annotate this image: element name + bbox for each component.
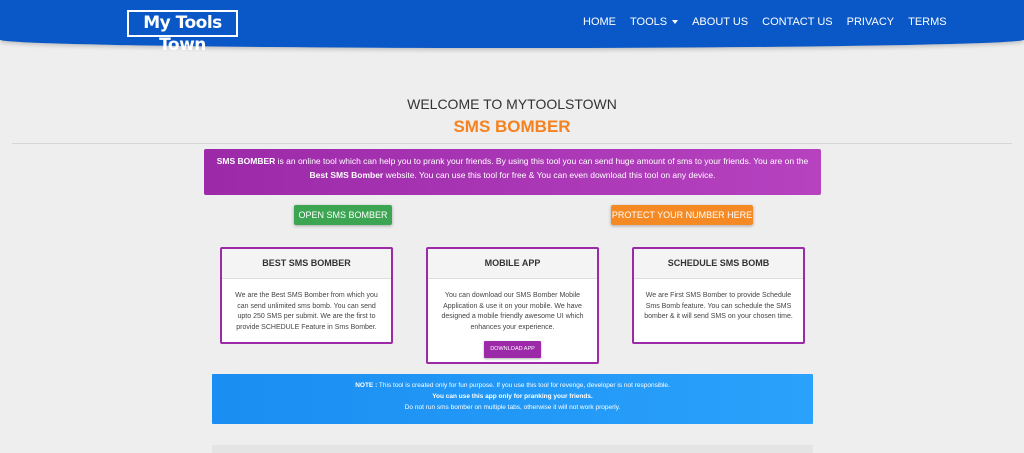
- page-subtitle: SMS BOMBER: [453, 117, 571, 136]
- intro-strong-1: SMS BOMBER: [216, 156, 276, 166]
- nav-tools-dropdown[interactable]: TOOLS: [630, 16, 679, 28]
- nav-tools-label: TOOLS: [630, 16, 668, 28]
- intro-banner: SMS BOMBER is an online tool which can h…: [204, 149, 821, 195]
- note-text-2: You can use this app only for pranking y…: [432, 393, 593, 400]
- intro-text-1: is an online tool which can help you to …: [275, 156, 809, 166]
- page-title: WELCOME TO MYTOOLSTOWN: [407, 96, 617, 112]
- note-text-1: This tool is created only for fun purpos…: [377, 382, 670, 389]
- feature-card-mobile-app: MOBILE APP You can download our SMS Bomb…: [426, 247, 599, 364]
- nav-terms-label: TERMS: [908, 16, 947, 28]
- note-line-3: Do not run sms bomber on multiple tabs, …: [404, 404, 621, 411]
- main-nav: HOME TOOLS ABOUT US CONTACT US PRIVACY T…: [583, 16, 961, 28]
- nav-contact-us[interactable]: CONTACT US: [762, 16, 833, 28]
- nav-contact-label: CONTACT US: [762, 16, 833, 28]
- intro-text-2: website. You can use this tool for free …: [383, 170, 716, 180]
- feature-card-schedule: SCHEDULE SMS BOMB We are First SMS Bombe…: [632, 247, 805, 344]
- caret-down-icon: [672, 20, 679, 24]
- site-logo[interactable]: My Tools Town: [127, 10, 238, 55]
- download-app-button[interactable]: DOWNLOAD APP: [484, 341, 541, 358]
- intro-strong-2: Best SMS Bomber: [309, 170, 384, 180]
- card-body: You can download our SMS Bomber Mobile A…: [441, 292, 584, 331]
- note-box: NOTE : This tool is created only for fun…: [212, 374, 813, 424]
- card-title: MOBILE APP: [428, 249, 597, 279]
- note-line-2: You can use this app only for pranking y…: [212, 391, 813, 402]
- page-bottom-edge: [212, 445, 813, 453]
- nav-privacy-label: PRIVACY: [846, 16, 895, 28]
- top-navbar: My Tools Town HOME TOOLS ABOUT US CONTAC…: [0, 0, 1024, 55]
- card-body-wrap: You can download our SMS Bomber Mobile A…: [428, 279, 597, 366]
- nav-home[interactable]: HOME: [583, 16, 616, 28]
- nav-terms[interactable]: TERMS: [908, 16, 947, 28]
- divider: [12, 143, 1012, 144]
- card-body: We are the Best SMS Bomber from which yo…: [235, 292, 378, 331]
- feature-card-best: BEST SMS BOMBER We are the Best SMS Bomb…: [220, 247, 393, 344]
- card-body: We are First SMS Bomber to provide Sched…: [644, 292, 793, 320]
- nav-privacy[interactable]: PRIVACY: [847, 16, 894, 28]
- note-line-1: NOTE : This tool is created only for fun…: [212, 380, 813, 391]
- nav-home-label: HOME: [583, 16, 616, 28]
- protect-number-button[interactable]: PROTECT YOUR NUMBER HERE: [611, 205, 753, 225]
- nav-about-us[interactable]: ABOUT US: [692, 16, 748, 28]
- open-sms-bomber-button[interactable]: OPEN SMS BOMBER: [294, 205, 392, 225]
- nav-about-label: ABOUT US: [692, 16, 749, 28]
- note-label: NOTE :: [355, 382, 378, 389]
- card-title: BEST SMS BOMBER: [222, 249, 391, 279]
- card-title: SCHEDULE SMS BOMB: [634, 249, 803, 279]
